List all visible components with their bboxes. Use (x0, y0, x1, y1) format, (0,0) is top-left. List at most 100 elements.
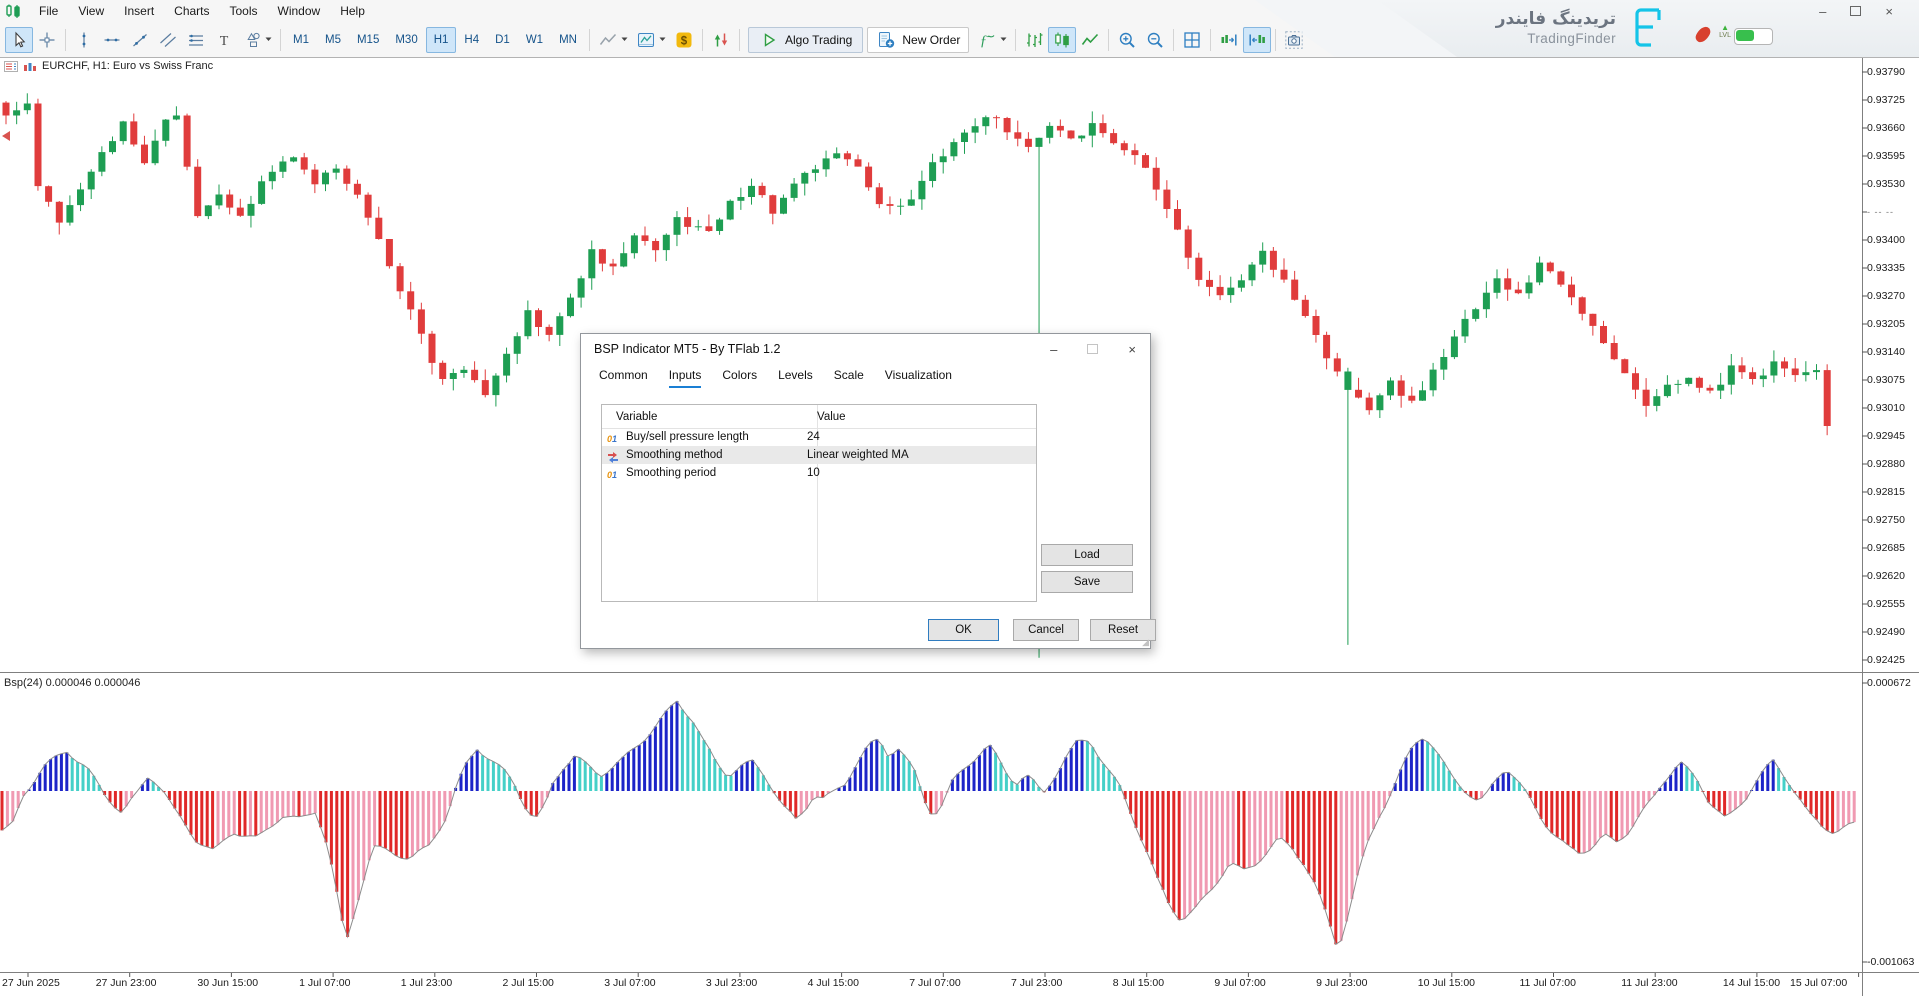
tab-colors[interactable]: Colors (722, 368, 757, 388)
price-axis-label: 0.93400 (1867, 234, 1905, 246)
timeframe-mn[interactable]: MN (551, 27, 585, 53)
dialog-maximize-button[interactable] (1087, 342, 1098, 357)
cursor-arrow[interactable] (5, 27, 33, 53)
numeric-input-icon: 01 (607, 433, 621, 446)
currency-pairs[interactable]: $ (670, 27, 698, 53)
price-axis-label: 0.92490 (1867, 626, 1905, 638)
window-minimize-button[interactable]: – (1819, 5, 1826, 19)
tile-windows[interactable] (1178, 27, 1206, 53)
bsp-indicator-dialog: BSP Indicator MT5 - By TFlab 1.2 –× Comm… (580, 333, 1151, 649)
toolbar-separator (739, 29, 740, 51)
price-axis-label: 0.92750 (1867, 514, 1905, 526)
timeframe-h1[interactable]: H1 (426, 27, 457, 53)
algo-trading-button[interactable]: Algo Trading (748, 27, 863, 53)
indicator-window[interactable] (632, 27, 670, 53)
price-axis[interactable]: 0.937900.937250.936600.935950.93530- -- … (1864, 58, 1919, 996)
window-maximize-button[interactable] (1850, 5, 1861, 19)
timeframe-m30[interactable]: M30 (387, 27, 425, 53)
enum-input-icon (607, 451, 621, 464)
cycle-lines-tool[interactable] (182, 27, 210, 53)
chart-window[interactable] (594, 27, 632, 53)
menu-window[interactable]: Window (268, 0, 331, 22)
time-axis-label: 15 Jul 07:00 (1790, 977, 1847, 989)
price-axis-label: 0.93010 (1867, 402, 1905, 414)
symbol-label: EURCHF, H1: Euro vs Swiss Franc (4, 60, 213, 72)
time-axis[interactable]: 27 Jun 202527 Jun 23:0030 Jun 15:001 Jul… (0, 973, 1862, 996)
numeric-input-icon: 01 (607, 469, 621, 482)
tab-levels[interactable]: Levels (778, 368, 813, 388)
trendline-tool[interactable] (126, 27, 154, 53)
lvl-toggle[interactable] (1734, 28, 1773, 45)
bars-chart[interactable] (1020, 27, 1048, 53)
vertical-line-tool[interactable] (70, 27, 98, 53)
text-tool[interactable]: T (210, 27, 238, 53)
cancel-button[interactable]: Cancel (1013, 619, 1079, 641)
symbol-label-text: EURCHF, H1: Euro vs Swiss Franc (42, 60, 213, 72)
ok-button[interactable]: OK (928, 619, 999, 641)
window-maximize-icon (1850, 6, 1861, 16)
inputs-table: Variable Value 01Buy/sell pressure lengt… (601, 404, 1037, 602)
toolbar-separator (65, 29, 66, 51)
candles-chart[interactable] (1048, 27, 1076, 53)
menu-file[interactable]: File (29, 0, 68, 22)
table-row[interactable]: 01Buy/sell pressure length24 (602, 428, 1036, 446)
price-axis-label: 0.93725 (1867, 94, 1905, 106)
menu-view[interactable]: View (68, 0, 114, 22)
current-price-label: - -- -- (1867, 207, 1894, 217)
toolbar-separator (1108, 29, 1109, 51)
shapes-tool[interactable] (238, 27, 276, 53)
window-close-button[interactable]: × (1885, 5, 1893, 19)
variable-value[interactable]: 10 (793, 467, 820, 479)
tab-scale[interactable]: Scale (834, 368, 864, 388)
crosshair[interactable] (33, 27, 61, 53)
dialog-maximize-icon (1087, 344, 1098, 354)
timeframe-m15[interactable]: M15 (349, 27, 387, 53)
price-axis-label: 0.92555 (1867, 598, 1905, 610)
timeframe-m5[interactable]: M5 (317, 27, 349, 53)
horizontal-line-tool[interactable] (98, 27, 126, 53)
price-axis-label: 0.93660 (1867, 122, 1905, 134)
indicators-list[interactable]: ƒ (973, 27, 1011, 53)
tradingfinder-name-english: TradingFinder (1527, 30, 1616, 48)
channel-tool[interactable] (154, 27, 182, 53)
tab-visualization[interactable]: Visualization (885, 368, 952, 388)
menu-tools[interactable]: Tools (220, 0, 268, 22)
toolbar-separator (702, 29, 703, 51)
zoom-out[interactable] (1141, 27, 1169, 53)
line-chart[interactable] (1076, 27, 1104, 53)
table-row[interactable]: 01Smoothing period10 (602, 464, 1036, 482)
currency-pairs-icon: $ (674, 30, 694, 50)
dialog-minimize-button[interactable]: – (1050, 342, 1057, 357)
table-row[interactable]: Smoothing methodLinear weighted MA (602, 446, 1036, 464)
timeframe-h4[interactable]: H4 (456, 27, 487, 53)
menu-insert[interactable]: Insert (114, 0, 164, 22)
svg-text:T: T (220, 34, 229, 49)
save-button[interactable]: Save (1041, 571, 1133, 593)
variable-value[interactable]: Linear weighted MA (793, 449, 909, 461)
zoom-in-icon (1117, 30, 1137, 50)
play-icon (759, 30, 779, 50)
menu-charts[interactable]: Charts (164, 0, 219, 22)
bsp-indicator-panel[interactable] (0, 673, 1862, 972)
menu-help[interactable]: Help (330, 0, 375, 22)
zoom-in[interactable] (1113, 27, 1141, 53)
depth-of-market[interactable] (707, 27, 735, 53)
crosshair-icon (37, 30, 57, 50)
tradingfinder-mark-icon (1628, 5, 1668, 51)
timeframe-d1[interactable]: D1 (487, 27, 518, 53)
dialog-close-button[interactable]: × (1128, 342, 1136, 357)
resize-grip[interactable]: ◢ (1142, 637, 1149, 648)
tab-inputs[interactable]: Inputs (669, 368, 702, 388)
timeframe-w1[interactable]: W1 (518, 27, 551, 53)
time-axis-label: 14 Jul 15:00 (1723, 977, 1780, 989)
variable-value[interactable]: 24 (793, 431, 820, 443)
indicator-axis-min: -0.001063 (1867, 956, 1914, 968)
timeframe-m1[interactable]: M1 (285, 27, 317, 53)
window-controls: –× (1819, 5, 1893, 19)
tab-common[interactable]: Common (599, 368, 648, 388)
cursor-arrow-icon (9, 30, 29, 50)
price-axis-label: 0.92425 (1867, 654, 1905, 666)
new-order-button[interactable]: New Order (867, 27, 969, 53)
mini-chart-icon (23, 61, 37, 72)
load-button[interactable]: Load (1041, 544, 1133, 566)
